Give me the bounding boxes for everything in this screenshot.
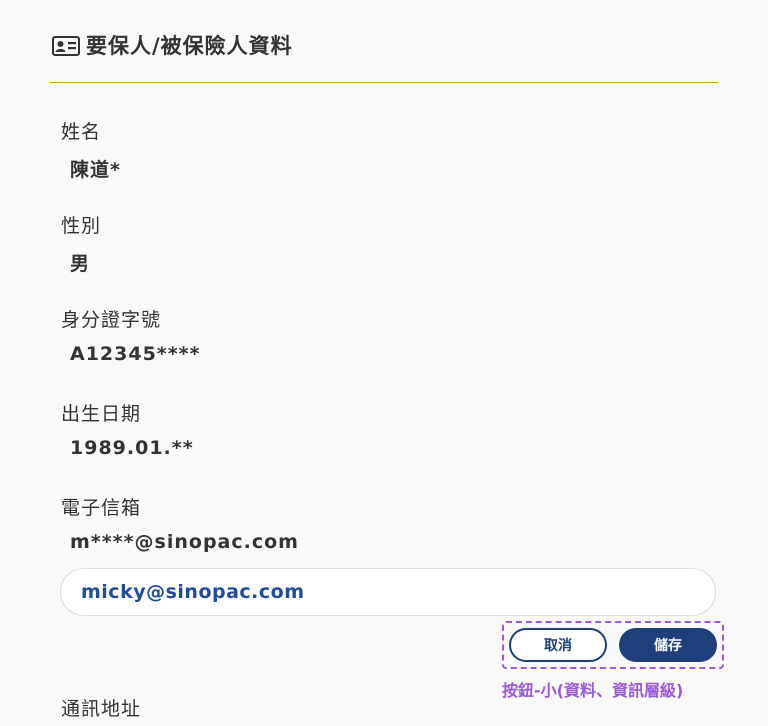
gender-value: 男 [70, 253, 91, 275]
button-group: 取消 儲存 [502, 621, 724, 669]
name-value: 陳道* [70, 159, 121, 181]
email-value: m****@sinopac.com [70, 531, 299, 553]
button-annotation: 按鈕-小(資料、資訊層級) [502, 681, 684, 700]
email-label: 電子信箱 [61, 497, 142, 519]
gender-label: 性別 [61, 215, 102, 237]
address-label: 通訊地址 [61, 698, 142, 720]
name-label: 姓名 [61, 121, 102, 143]
birthdate-value: 1989.01.** [70, 437, 194, 459]
section-header: 要保人/被保險人資料 [50, 30, 718, 83]
id-number-value: A12345**** [70, 343, 201, 365]
id-card-icon [52, 36, 80, 56]
cancel-button[interactable]: 取消 [509, 628, 607, 662]
id-number-label: 身分證字號 [61, 309, 162, 331]
birthdate-label: 出生日期 [61, 403, 142, 425]
section-title: 要保人/被保險人資料 [86, 34, 293, 58]
save-button[interactable]: 儲存 [619, 628, 717, 662]
email-input[interactable] [60, 568, 716, 616]
